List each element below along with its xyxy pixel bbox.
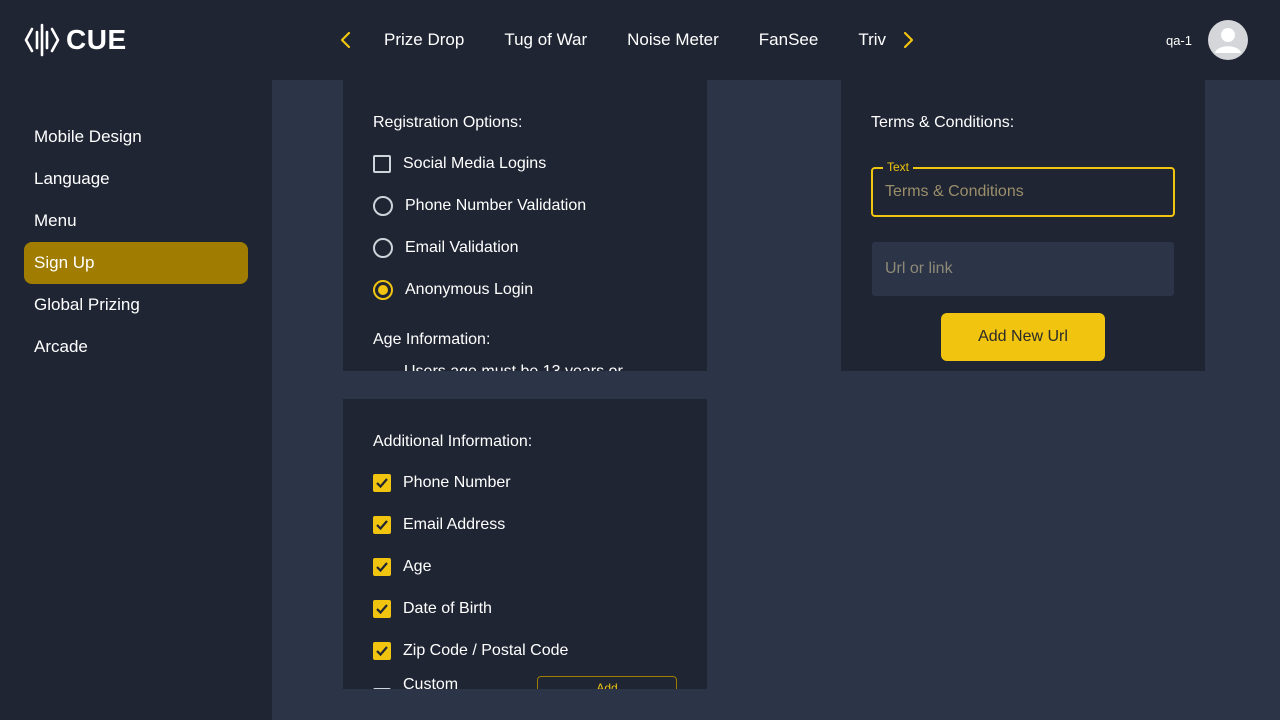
email-validation-option[interactable]: Email Validation bbox=[373, 238, 519, 258]
terms-conditions-card: Terms & Conditions: Text Add New Url bbox=[841, 80, 1205, 371]
social-media-logins-checkbox[interactable] bbox=[373, 155, 391, 173]
phone-validation-option[interactable]: Phone Number Validation bbox=[373, 196, 586, 216]
soundwave-logo-icon bbox=[24, 23, 60, 57]
option-label: Phone Number Validation bbox=[405, 197, 587, 214]
add-new-url-button[interactable]: Add New Url bbox=[941, 313, 1105, 361]
main-content: Registration Options: Social Media Login… bbox=[272, 80, 1280, 720]
check-icon bbox=[376, 604, 388, 615]
option-label: Custom bbox=[403, 676, 459, 689]
option-label: Email Address bbox=[403, 516, 506, 533]
user-icon bbox=[1215, 28, 1241, 53]
username: qa-1 bbox=[1165, 32, 1192, 48]
chevron-right-icon bbox=[903, 31, 914, 49]
option-label: Age bbox=[403, 558, 432, 575]
sidebar-item-global-prizing[interactable]: Global Prizing bbox=[24, 284, 248, 326]
sidebar-item-mobile-design[interactable]: Mobile Design bbox=[24, 116, 248, 158]
tab-tug-of-war[interactable]: Tug of War bbox=[484, 30, 607, 50]
phone-validation-radio[interactable] bbox=[373, 196, 393, 216]
custom-option[interactable]: Custom bbox=[373, 676, 458, 689]
sidebar-item-sign-up[interactable]: Sign Up bbox=[24, 242, 248, 284]
cue-logo[interactable]: CUE bbox=[24, 22, 127, 58]
date-of-birth-checkbox[interactable] bbox=[373, 600, 391, 618]
tab-noise-meter[interactable]: Noise Meter bbox=[607, 30, 739, 50]
chevron-left-icon bbox=[340, 31, 351, 49]
option-label: Date of Birth bbox=[403, 600, 492, 617]
sidebar: Mobile Design Language Menu Sign Up Glob… bbox=[0, 80, 272, 720]
option-label: Email Validation bbox=[405, 239, 519, 256]
url-input[interactable] bbox=[872, 242, 1174, 296]
sidebar-item-arcade[interactable]: Arcade bbox=[24, 326, 248, 368]
check-icon bbox=[376, 562, 388, 573]
tabs-next-button[interactable] bbox=[896, 28, 920, 52]
top-bar: CUE Prize Drop Tug of War Noise Meter Fa… bbox=[0, 0, 1280, 80]
option-label: Zip Code / Postal Code bbox=[403, 642, 569, 659]
age-checkbox[interactable] bbox=[373, 558, 391, 576]
tab-prize-drop[interactable]: Prize Drop bbox=[364, 30, 484, 50]
phone-number-option[interactable]: Phone Number bbox=[373, 474, 511, 492]
age-information-title: Age Information: bbox=[373, 331, 491, 348]
date-of-birth-option[interactable]: Date of Birth bbox=[373, 600, 492, 618]
option-label: Social Media Logins bbox=[403, 155, 547, 172]
tab-trivia[interactable]: Trivia bbox=[838, 30, 886, 50]
zip-code-checkbox[interactable] bbox=[373, 642, 391, 660]
check-icon bbox=[376, 520, 388, 531]
logo-text: CUE bbox=[66, 24, 127, 55]
avatar[interactable] bbox=[1208, 20, 1248, 60]
game-tabs: Prize Drop Tug of War Noise Meter FanSee… bbox=[364, 0, 886, 80]
check-icon bbox=[376, 478, 388, 489]
tabs-prev-button[interactable] bbox=[334, 28, 358, 52]
registration-options-title: Registration Options: bbox=[373, 114, 523, 131]
social-media-logins-option[interactable]: Social Media Logins bbox=[373, 155, 546, 173]
registration-options-card: Registration Options: Social Media Login… bbox=[343, 80, 707, 371]
additional-information-title: Additional Information: bbox=[373, 433, 533, 450]
url-field[interactable] bbox=[872, 242, 1174, 296]
sidebar-item-menu[interactable]: Menu bbox=[24, 200, 248, 242]
age-option[interactable]: Age bbox=[373, 558, 431, 576]
terms-text-field[interactable]: Text bbox=[871, 160, 1175, 217]
zip-code-option[interactable]: Zip Code / Postal Code bbox=[373, 642, 568, 660]
terms-conditions-title: Terms & Conditions: bbox=[871, 114, 1015, 131]
anonymous-login-radio[interactable] bbox=[373, 280, 393, 300]
phone-number-checkbox[interactable] bbox=[373, 474, 391, 492]
add-custom-button[interactable]: Add bbox=[537, 676, 677, 689]
age-requirement-text: Users age must be 13 years or bbox=[404, 363, 623, 371]
anonymous-login-option[interactable]: Anonymous Login bbox=[373, 280, 533, 300]
option-label: Anonymous Login bbox=[405, 281, 534, 298]
email-address-option[interactable]: Email Address bbox=[373, 516, 505, 534]
custom-checkbox[interactable] bbox=[373, 688, 391, 689]
sidebar-item-language[interactable]: Language bbox=[24, 158, 248, 200]
tab-fansee[interactable]: FanSee bbox=[739, 30, 839, 50]
option-label: Phone Number bbox=[403, 474, 511, 491]
terms-text-input[interactable] bbox=[885, 169, 1165, 215]
user-menu[interactable]: qa-1 bbox=[1166, 20, 1248, 60]
email-validation-radio[interactable] bbox=[373, 238, 393, 258]
email-address-checkbox[interactable] bbox=[373, 516, 391, 534]
additional-information-card: Additional Information: Phone Number Ema… bbox=[343, 399, 707, 689]
check-icon bbox=[376, 646, 388, 657]
